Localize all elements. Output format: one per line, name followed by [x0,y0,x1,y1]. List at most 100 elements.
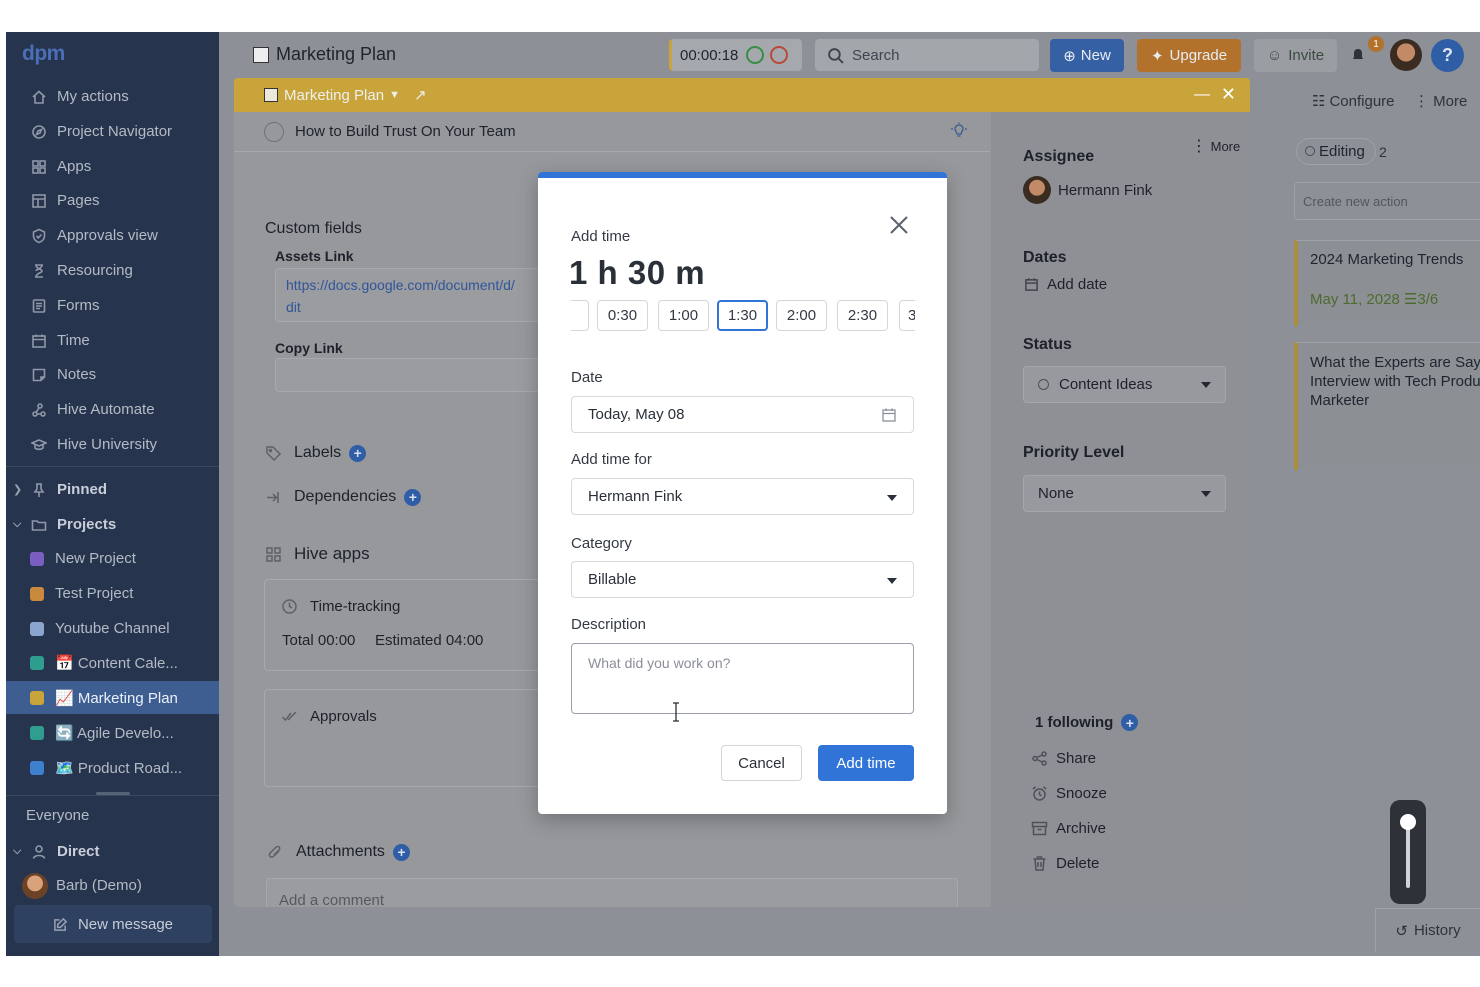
bell-icon[interactable] [1350,46,1366,63]
duration-chip[interactable]: 0:30 [597,300,648,331]
running-timer[interactable]: 00:00:18 [669,39,802,71]
action-card[interactable]: What the Experts are Say Interview with … [1294,342,1480,470]
snooze-action[interactable]: Snooze [1031,785,1107,802]
add-attachment-button[interactable]: + [392,843,410,861]
description-input[interactable]: What did you work on? [571,643,914,714]
duration-chip-selected[interactable]: 1:30 [717,300,768,331]
chevron-right-icon: ❯ [13,484,23,496]
delete-action[interactable]: Delete [1031,855,1099,872]
add-follower-button[interactable]: + [1121,714,1139,731]
search-icon [828,47,844,64]
action-card[interactable]: 2024 Marketing Trends May 11, 2028 ☰3/6 [1294,240,1480,326]
sidebar-item-hive-university[interactable]: Hive University [6,428,219,461]
sidebar-project-test-project[interactable]: Test Project [6,577,219,610]
share-action[interactable]: Share [1031,750,1096,767]
minimize-icon[interactable]: — [1194,86,1210,104]
cancel-button[interactable]: Cancel [721,745,802,781]
time-tracking-app[interactable]: Time-tracking Total 00:00 Estimated 04:0… [264,579,554,671]
sidebar-section-direct[interactable]: ⌵ Direct [6,835,219,868]
user-avatar[interactable] [1390,39,1422,71]
sidebar-section-projects[interactable]: ⌵ Projects [6,508,219,541]
status-circle-icon [1038,379,1049,390]
chevron-down-icon[interactable]: ▼ [389,89,400,101]
duration-chip[interactable]: 3 [899,300,915,331]
external-link-icon[interactable]: ↗ [414,86,427,104]
new-button[interactable]: ⊕ New [1050,39,1124,72]
duration-chip[interactable]: 5 [571,300,589,331]
add-dependency-button[interactable]: + [404,488,422,506]
date-input[interactable]: Today, May 08 [571,396,914,433]
new-message-button[interactable]: New message [14,905,212,943]
archive-icon [1031,821,1048,836]
sidebar-item-apps[interactable]: Apps [6,150,219,183]
assets-link-value[interactable]: https://docs.google.com/document/d/ dit [286,274,515,318]
details-more-button[interactable]: ⋮ More [1191,136,1240,156]
panel-project-name[interactable]: Marketing Plan [284,87,384,104]
sidebar-project-marketing-plan[interactable]: 📈 Marketing Plan [6,681,219,714]
sidebar-dm-barb[interactable]: Barb (Demo) [6,869,219,902]
comment-input[interactable]: Add a comment [266,878,958,907]
sidebar-item-pages[interactable]: Pages [6,184,219,217]
app-logo[interactable]: dpm [22,42,65,66]
calendar-icon [30,332,48,350]
attachments-label: Attachments [296,843,385,860]
sidebar-item-time[interactable]: Time [6,324,219,357]
configure-button[interactable]: ☷ Configure [1312,92,1395,111]
sidebar-project-content-calendar[interactable]: 📅 Content Cale... [6,646,219,679]
history-label: History [1413,922,1461,939]
assignee-heading: Assignee [1023,148,1095,165]
sidebar-project-youtube-channel[interactable]: Youtube Channel [6,612,219,645]
play-icon[interactable] [746,46,765,64]
sidebar-project-agile-development[interactable]: 🔄 Agile Develo... [6,716,219,749]
add-date-button[interactable]: Add date [1024,276,1107,293]
sidebar-project-product-roadmap[interactable]: 🗺️ Product Road... [6,751,219,784]
archive-action[interactable]: Archive [1031,820,1106,837]
panel-header: Marketing Plan ▼ ↗ — ✕ [234,78,1250,112]
upgrade-button[interactable]: ✦ Upgrade [1137,39,1241,72]
sidebar-item-resourcing[interactable]: Resourcing [6,254,219,287]
sidebar-item-label: Notes [57,366,97,383]
attachments-row: Attachments + [267,843,410,861]
sidebar-everyone[interactable]: Everyone [6,799,219,832]
approvals-app[interactable]: Approvals [264,689,554,787]
automate-icon [30,401,48,419]
sidebar-item-my-actions[interactable]: My actions [6,80,219,113]
more-button[interactable]: ⋮ More [1414,92,1467,110]
lightbulb-icon[interactable] [950,122,968,140]
sidebar-item-hive-automate[interactable]: Hive Automate [6,393,219,426]
sidebar-item-notes[interactable]: Notes [6,358,219,391]
sidebar-item-forms[interactable]: Forms [6,289,219,322]
duration-chip[interactable]: 2:00 [776,300,827,331]
complete-checkbox[interactable] [264,121,284,142]
close-icon[interactable]: ✕ [1221,84,1236,105]
help-button[interactable]: ? [1431,39,1464,72]
category-select[interactable]: Billable [571,561,914,598]
copy-link-field[interactable] [275,358,575,392]
add-label-button[interactable]: + [349,444,367,462]
priority-select[interactable]: None [1023,475,1226,512]
sidebar-item-project-navigator[interactable]: Project Navigator [6,115,219,148]
zoom-slider-handle[interactable] [1400,814,1416,830]
tag-icon [266,445,282,461]
history-button[interactable]: ↺ History [1375,908,1480,952]
zoom-slider[interactable] [1390,800,1426,904]
status-select[interactable]: Content Ideas [1023,366,1226,403]
sidebar-section-pinned[interactable]: ❯ Pinned [6,473,219,506]
assignee-chip[interactable]: Hermann Fink [1023,176,1152,204]
assets-link-field[interactable]: https://docs.google.com/document/d/ dit [275,268,575,322]
invite-button[interactable]: ☺ Invite [1254,39,1337,72]
user-select[interactable]: Hermann Fink [571,478,914,515]
duration-chip[interactable]: 2:30 [837,300,888,331]
calendar-icon[interactable] [881,407,897,423]
duration-chip[interactable]: 1:00 [658,300,709,331]
task-title[interactable]: How to Build Trust On Your Team [295,123,516,140]
search-input[interactable]: Search [815,39,1039,71]
hive-apps-label: Hive apps [294,544,370,563]
add-time-button[interactable]: Add time [818,745,914,781]
close-icon[interactable] [886,212,912,238]
editing-pill[interactable]: Editing [1296,138,1376,165]
stop-icon[interactable] [770,46,789,64]
create-action-input[interactable]: Create new action [1294,182,1480,220]
sidebar-project-new-project[interactable]: New Project [6,542,219,575]
sidebar-item-approvals-view[interactable]: Approvals view [6,219,219,252]
